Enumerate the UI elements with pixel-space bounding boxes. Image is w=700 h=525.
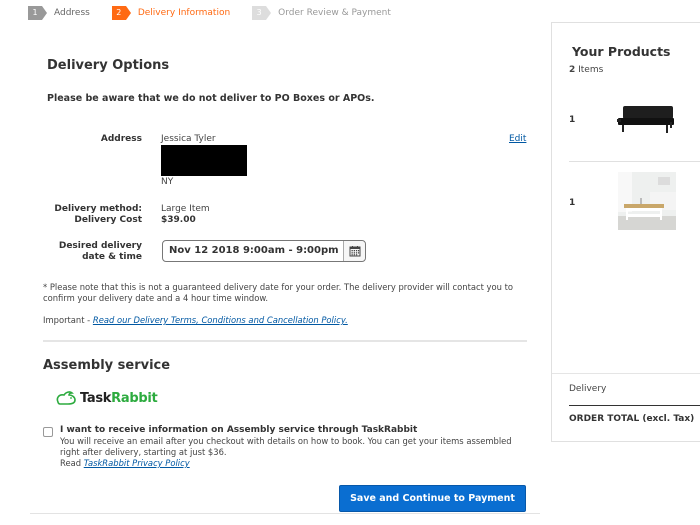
assembly-description: You will receive an email after you chec… <box>60 436 520 469</box>
product-separator <box>569 161 700 162</box>
delivery-terms-link[interactable]: Read our Delivery Terms, Conditions and … <box>93 315 348 325</box>
delivery-date-note: * Please note that this is not a guarant… <box>43 282 514 303</box>
coffee-table-image <box>618 172 676 230</box>
important-notice: Important - Read our Delivery Terms, Con… <box>43 315 348 325</box>
assembly-checkbox-label[interactable]: I want to receive information on Assembl… <box>60 425 417 435</box>
sofa-bed-image <box>617 106 674 133</box>
delivery-method-value: Large Item $39.00 <box>161 204 210 226</box>
summary-delivery-label: Delivery <box>569 384 607 394</box>
delivery-options-heading: Delivery Options <box>47 58 170 73</box>
cost-label: Delivery Cost <box>74 215 142 225</box>
step-number: 3 <box>252 5 272 20</box>
your-products-heading: Your Products <box>572 44 671 59</box>
step-delivery-information: 2 Delivery Information <box>111 5 231 20</box>
step-label: Address <box>54 7 90 18</box>
item-count-suffix: Items <box>575 65 604 75</box>
item-count: 2 Items <box>569 65 603 75</box>
logo-task: Task <box>80 390 112 406</box>
cost-value: $39.00 <box>161 215 196 225</box>
taskrabbit-wordmark: TaskRabbit <box>80 390 158 406</box>
delivery-date-value[interactable]: Nov 12 2018 9:00am - 9:00pm <box>163 241 343 261</box>
bottom-divider <box>30 513 540 514</box>
section-divider <box>43 340 527 342</box>
logo-rabbit: Rabbit <box>111 390 158 406</box>
redacted-address <box>161 145 247 176</box>
panel-divider <box>552 373 700 374</box>
product-quantity: 1 <box>569 115 576 125</box>
privacy-line: Read TaskRabbit Privacy Policy <box>60 458 520 469</box>
calendar-button[interactable] <box>343 241 365 261</box>
assembly-info-checkbox[interactable] <box>43 427 53 437</box>
date-label-line2: date & time <box>82 252 142 262</box>
step-label: Order Review & Payment <box>278 7 391 18</box>
po-box-warning: Please be aware that we do not deliver t… <box>47 93 375 104</box>
taskrabbit-privacy-link[interactable]: TaskRabbit Privacy Policy <box>84 458 190 468</box>
read-prefix: Read <box>60 458 84 468</box>
delivery-date-picker[interactable]: Nov 12 2018 9:00am - 9:00pm <box>162 240 366 262</box>
step-label: Delivery Information <box>137 7 231 18</box>
save-and-continue-button[interactable]: Save and Continue to Payment <box>339 485 526 512</box>
summary-total-rule <box>569 405 700 406</box>
taskrabbit-logo: TaskRabbit <box>55 390 158 406</box>
step-number: 1 <box>28 5 47 20</box>
your-products-panel: Your Products 2 Items 1 1 Delivery ORDER… <box>551 22 700 442</box>
edit-address-link[interactable]: Edit <box>509 134 526 144</box>
calendar-icon <box>349 246 360 257</box>
address-name: Jessica Tyler <box>161 134 216 144</box>
order-total-label: ORDER TOTAL (excl. Tax) <box>569 414 695 424</box>
assembly-description-text: You will receive an email after you chec… <box>60 436 512 457</box>
desired-date-label: Desired delivery date & time <box>42 241 142 263</box>
taskrabbit-rabbit-icon <box>56 391 76 405</box>
step-address[interactable]: 1 Address <box>28 5 90 20</box>
step-order-review: 3 Order Review & Payment <box>252 5 391 20</box>
important-prefix: Important - <box>43 315 93 325</box>
step-number: 2 <box>111 5 131 20</box>
method-value: Large Item <box>161 204 210 214</box>
assembly-service-heading: Assembly service <box>43 358 171 373</box>
method-label: Delivery method: <box>54 204 142 214</box>
product-quantity: 1 <box>569 198 576 208</box>
checkout-steps: 1 Address 2 Delivery Information 3 Order… <box>28 5 413 20</box>
date-label-line1: Desired delivery <box>58 241 142 251</box>
address-label: Address <box>100 134 142 144</box>
address-state: NY <box>161 177 174 187</box>
delivery-method-label: Delivery method: Delivery Cost <box>42 204 142 226</box>
